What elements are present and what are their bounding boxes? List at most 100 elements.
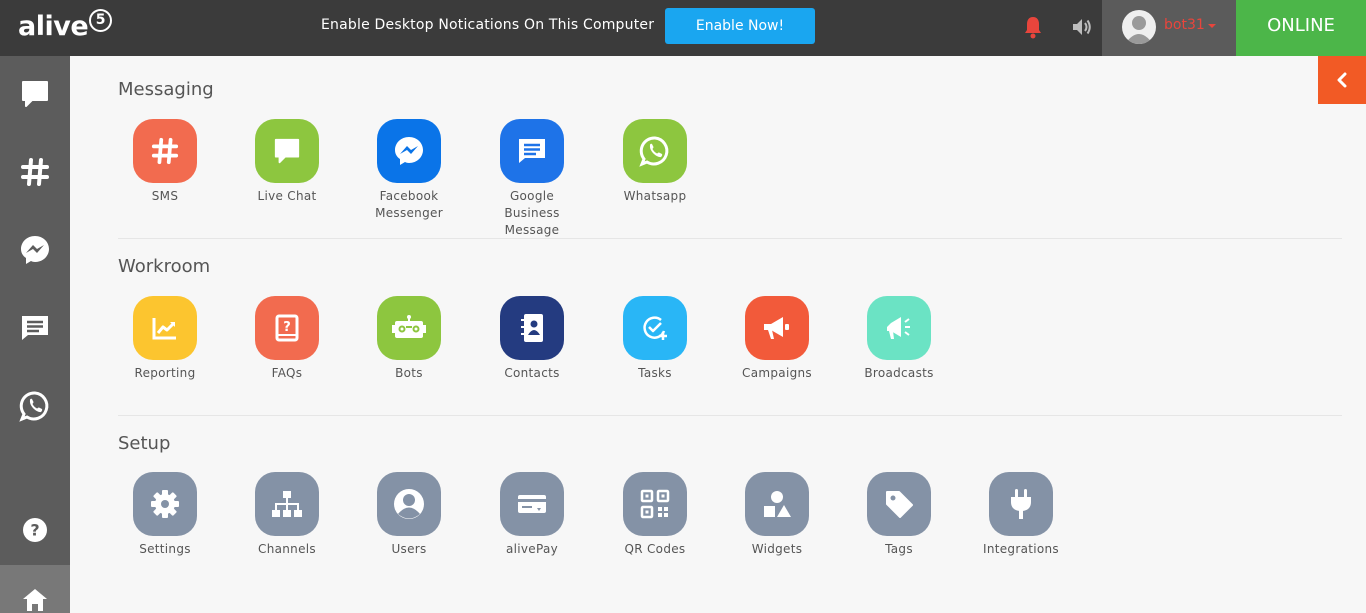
messenger-icon [395,137,423,165]
tile-broadcasts[interactable]: Broadcasts [844,296,954,382]
plug-icon [1011,489,1031,519]
sidebar-item-home[interactable] [0,565,70,613]
section-title-workroom: Workroom [118,256,211,277]
tile-users-icon-box [377,472,441,536]
tag-icon [886,491,913,518]
hashtag-icon [21,158,49,186]
tile-settings-icon-box [133,472,197,536]
tile-live-chat[interactable]: Live Chat [232,119,342,205]
tile-label: Broadcasts [864,366,934,380]
section-divider [118,415,1342,416]
section-divider [118,238,1342,239]
gear-icon [151,490,179,518]
tile-campaigns[interactable]: Campaigns [722,296,832,382]
tile-label: Tags [885,542,913,556]
tile-qr-codes[interactable]: QR Codes [600,472,710,558]
sidebar-item-messenger[interactable] [0,220,70,280]
user-menu[interactable]: bot31 [1102,0,1236,56]
help-icon: ? [23,518,47,542]
payment-card-icon [518,495,546,513]
tile-reporting-icon-box [133,296,197,360]
tile-label: Widgets [751,542,803,556]
tile-bots[interactable]: Bots [354,296,464,382]
tile-label: SMS [151,189,179,203]
tile-label: Contacts [504,366,560,380]
tile-label: Google Business Message [504,189,560,237]
tile-whatsapp[interactable]: Whatsapp [600,119,710,205]
enable-now-button[interactable]: Enable Now! [665,8,815,44]
tile-tags[interactable]: Tags [844,472,954,558]
bell-icon[interactable] [1022,15,1044,39]
speaker-icon[interactable] [1071,16,1093,38]
tile-campaigns-icon-box [745,296,809,360]
faq-book-icon: ? [275,314,299,342]
task-check-icon [643,316,667,340]
whatsapp-icon [19,391,49,422]
tile-qr-codes-icon-box [623,472,687,536]
message-lines-icon [519,139,545,163]
home-icon [23,589,47,611]
chat-bubble-icon [22,81,48,107]
tile-live-chat-icon-box [255,119,319,183]
tile-alivepay[interactable]: alivePay [477,472,587,558]
tile-contacts[interactable]: Contacts [477,296,587,382]
tile-label: Campaigns [742,366,812,380]
tile-users[interactable]: Users [354,472,464,558]
avatar [1122,10,1156,44]
sidebar-item-business-message[interactable] [0,298,70,358]
user-icon [394,489,424,519]
tile-label: Integrations [983,542,1059,556]
tile-tasks[interactable]: Tasks [600,296,710,382]
sitemap-icon [272,491,302,517]
tile-facebook-messenger[interactable]: Facebook Messenger [354,119,464,222]
tile-widgets[interactable]: Widgets [722,472,832,558]
tile-messenger-icon-box [377,119,441,183]
tile-tags-icon-box [867,472,931,536]
svg-text:?: ? [283,320,291,335]
caret-down-icon [1208,24,1216,28]
messenger-icon [21,236,49,264]
tile-google-business-message[interactable]: Google Business Message [477,119,587,239]
tile-faqs[interactable]: ? FAQs [232,296,342,382]
tile-broadcasts-icon-box [867,296,931,360]
tile-reporting[interactable]: Reporting [110,296,220,382]
tile-integrations-icon-box [989,472,1053,536]
whatsapp-icon [639,136,669,167]
avatar-icon [1125,16,1153,44]
tile-contacts-icon-box [500,296,564,360]
username: bot31 [1164,17,1205,33]
tile-label: Facebook Messenger [375,189,443,220]
sidebar-item-sms[interactable] [0,142,70,202]
tile-bots-icon-box [377,296,441,360]
tile-widgets-icon-box [745,472,809,536]
tile-label: Settings [139,542,191,556]
tile-settings[interactable]: Settings [110,472,220,558]
section-title-setup: Setup [118,433,171,454]
online-status-button[interactable]: ONLINE [1236,0,1366,56]
tile-sms[interactable]: SMS [110,119,220,205]
tile-sms-icon-box [133,119,197,183]
tile-integrations[interactable]: Integrations [966,472,1076,558]
sidebar: ? [0,56,70,613]
tile-label: alivePay [505,542,559,556]
tile-label: Channels [258,542,316,556]
logo-text: alive [18,11,89,42]
sidebar-item-help[interactable]: ? [0,500,70,560]
sidebar-item-whatsapp[interactable] [0,376,70,436]
sidebar-item-chat[interactable] [0,64,70,124]
broadcast-icon [887,317,910,339]
tile-label: QR Codes [624,542,686,556]
tile-channels[interactable]: Channels [232,472,342,558]
tile-gbm-icon-box [500,119,564,183]
collapse-panel-button[interactable] [1318,56,1366,104]
tile-label: Live Chat [257,189,317,203]
chevron-left-icon [1337,72,1347,88]
tile-label: Bots [395,366,423,380]
chart-icon [152,318,176,340]
tile-faqs-icon-box: ? [255,296,319,360]
tile-alivepay-icon-box [500,472,564,536]
logo[interactable]: alive 5 [18,9,113,47]
tile-label: Tasks [638,366,672,380]
notification-notice: Enable Desktop Notications On This Compu… [321,17,655,33]
top-bar: alive 5 Enable Desktop Notications On Th… [0,0,1366,56]
